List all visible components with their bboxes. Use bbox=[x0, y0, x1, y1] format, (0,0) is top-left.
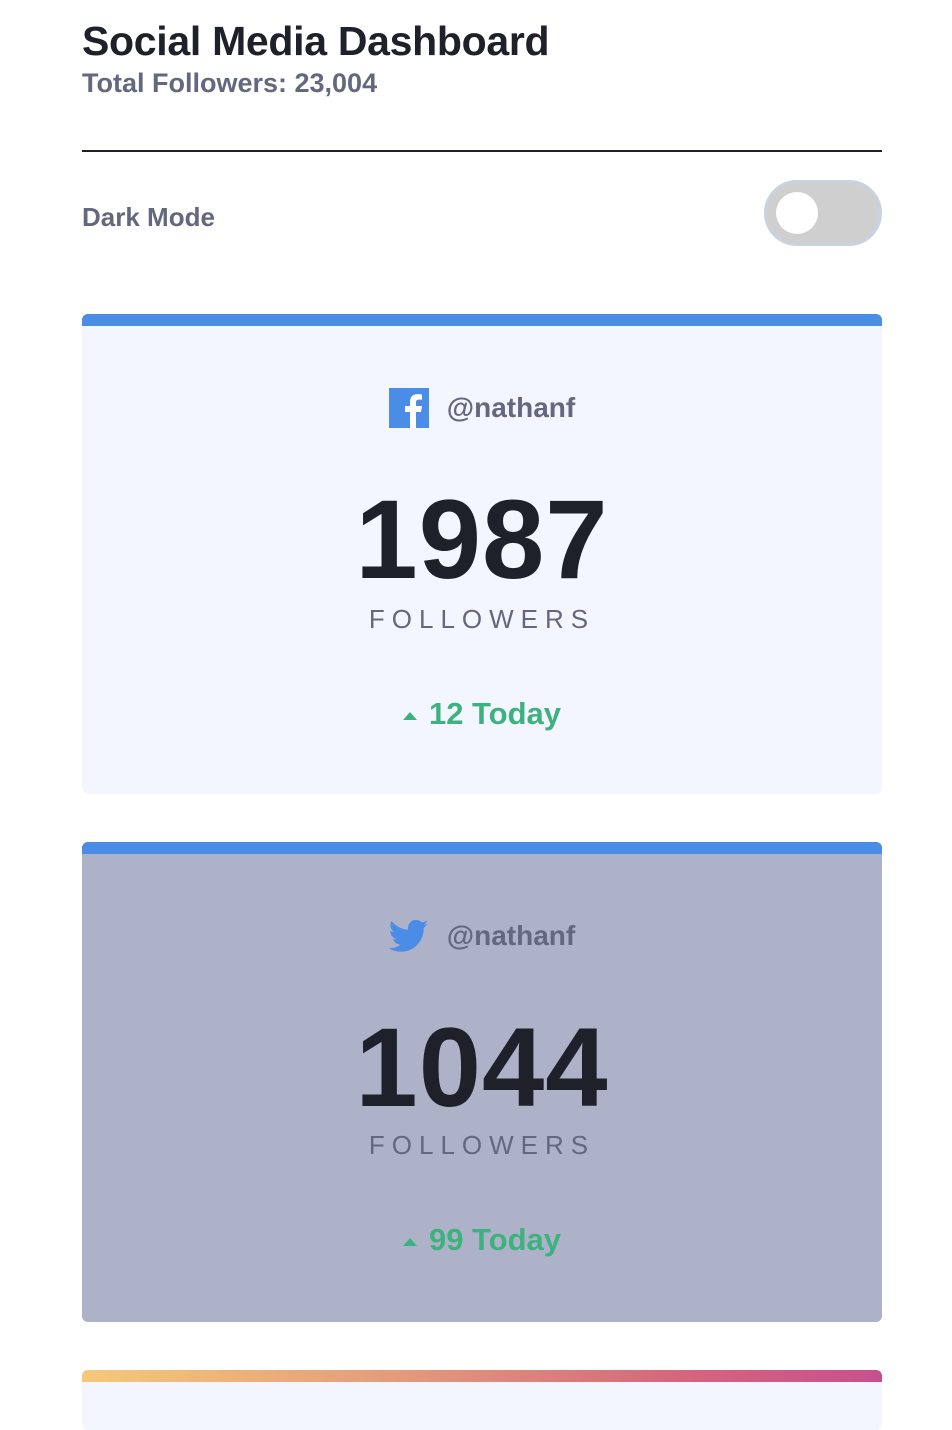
total-followers: Total Followers: 23,004 bbox=[82, 68, 378, 98]
toggle-knob[interactable] bbox=[776, 192, 818, 234]
card-handle: @nathanf bbox=[446, 920, 576, 951]
twitter-card[interactable]: @nathanf 1044 FOLLOWERS 99 Today bbox=[82, 842, 882, 1322]
arrow-up-icon bbox=[402, 1238, 417, 1246]
card-handle: @nathanf bbox=[446, 392, 576, 423]
follower-count: 1044 bbox=[355, 1005, 609, 1130]
page-title: Social Media Dashboard bbox=[82, 18, 550, 64]
facebook-icon bbox=[388, 388, 429, 428]
card-header: @nathanf bbox=[82, 386, 882, 430]
dark-mode-label: Dark Mode bbox=[82, 202, 215, 232]
card-accent-bar bbox=[82, 314, 882, 326]
card-accent-bar bbox=[82, 842, 882, 854]
today-change-text: 99 Today bbox=[428, 1222, 562, 1257]
instagram-card[interactable] bbox=[82, 1370, 882, 1430]
divider bbox=[82, 150, 882, 152]
card-header: @nathanf bbox=[82, 914, 882, 958]
arrow-up-icon bbox=[402, 712, 417, 720]
today-change: 12 Today bbox=[82, 696, 882, 732]
followers-label: FOLLOWERS bbox=[368, 604, 596, 634]
followers-label: FOLLOWERS bbox=[368, 1130, 596, 1160]
facebook-card[interactable]: @nathanf 1987 FOLLOWERS 12 Today bbox=[82, 314, 882, 794]
dark-mode-toggle[interactable] bbox=[764, 180, 882, 246]
today-change: 99 Today bbox=[82, 1222, 882, 1258]
follower-count: 1987 bbox=[355, 477, 609, 602]
today-change-text: 12 Today bbox=[428, 696, 562, 731]
dark-mode-row: Dark Mode bbox=[82, 180, 882, 252]
card-accent-bar bbox=[82, 1370, 882, 1382]
twitter-icon bbox=[388, 916, 429, 956]
